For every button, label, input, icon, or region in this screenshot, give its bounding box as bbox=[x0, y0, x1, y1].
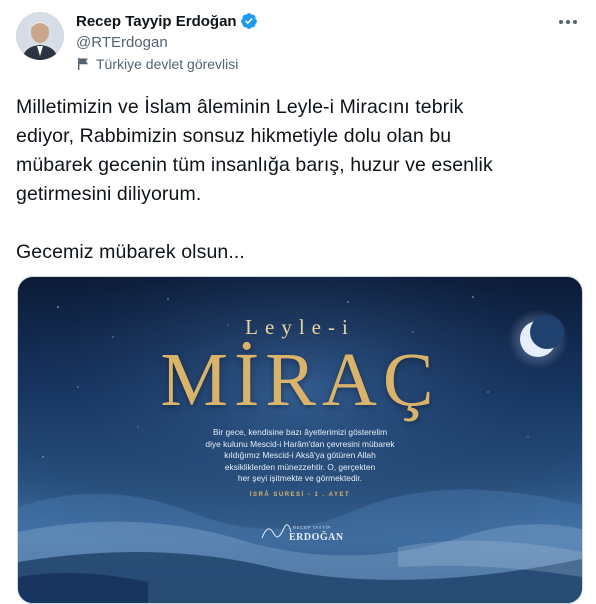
verse-text: Bir gece, kendisine bazı âyetlerimizi gö… bbox=[205, 427, 395, 483]
author-block: Recep Tayyip Erdoğan @RTErdogan bbox=[76, 11, 258, 51]
account-label[interactable]: Türkiye devlet görevlisi bbox=[76, 56, 238, 72]
tweet-paragraph-2: Gecemiz mübarek olsun... bbox=[16, 241, 245, 263]
verified-badge-icon bbox=[240, 12, 258, 30]
flag-icon bbox=[76, 57, 90, 71]
handle[interactable]: @RTErdogan bbox=[76, 34, 258, 51]
card-title-big: MİRAÇ bbox=[160, 338, 440, 422]
tweet-media-image[interactable]: Leyle-i MİRAÇ Bir gece, kendisine bazı â… bbox=[17, 276, 583, 604]
name-row: Recep Tayyip Erdoğan bbox=[76, 11, 258, 31]
signature-big-text: ERDOĞAN bbox=[289, 532, 344, 543]
verse-source: İSRÂ SURESİ - 1 . AYET bbox=[249, 492, 351, 498]
more-horizontal-icon[interactable] bbox=[554, 10, 582, 34]
display-name[interactable]: Recep Tayyip Erdoğan bbox=[76, 13, 237, 30]
tweet-paragraph-1: Milletimizin ve İslam âleminin Leyle-i M… bbox=[16, 96, 493, 205]
tweet-text: Milletimizin ve İslam âleminin Leyle-i M… bbox=[16, 93, 581, 267]
avatar[interactable] bbox=[16, 12, 64, 60]
account-label-text: Türkiye devlet görevlisi bbox=[96, 56, 239, 72]
tweet-card: Recep Tayyip Erdoğan @RTErdogan Türkiye … bbox=[0, 0, 596, 604]
signature-small-text: RECEP TAYYİP bbox=[293, 525, 331, 530]
